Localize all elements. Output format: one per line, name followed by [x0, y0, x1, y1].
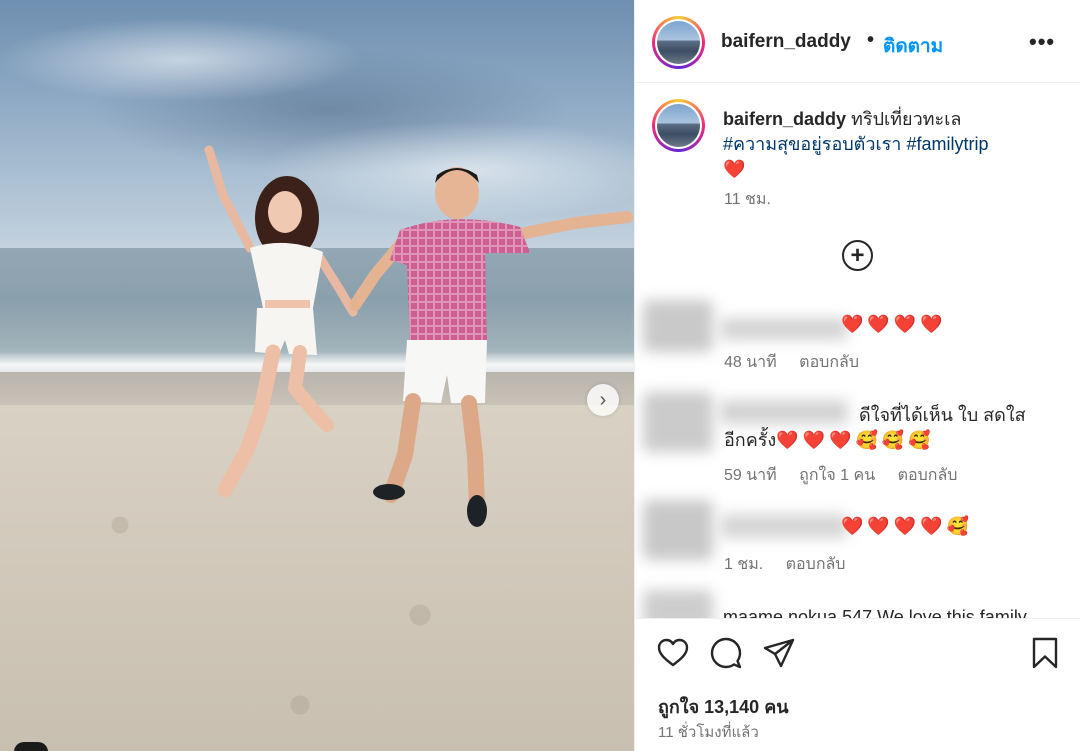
header-separator: • — [867, 29, 875, 51]
next-photo-button[interactable]: › — [587, 384, 619, 416]
caption-emoji: ❤️ — [723, 159, 746, 179]
reply-button[interactable]: ตอบกลับ — [799, 354, 859, 371]
hashtag-link[interactable]: #familytrip — [906, 134, 988, 154]
reply-button[interactable]: ตอบกลับ — [786, 556, 846, 573]
post-time[interactable]: 11 ชั่วโมงที่แล้ว — [658, 720, 759, 744]
follow-button[interactable]: ติดตาม — [883, 31, 943, 61]
header-username[interactable]: baifern_daddy — [721, 31, 851, 53]
caption-text: ทริปเที่ยวทะเล — [851, 109, 962, 129]
comment-avatar-blurred — [643, 300, 713, 352]
hashtag-link[interactable]: #ความสุขอยู่รอบตัวเรา — [723, 134, 901, 154]
caption-avatar[interactable] — [652, 99, 705, 152]
caption-username[interactable]: baifern_daddy — [723, 109, 846, 129]
bookmark-icon[interactable] — [1032, 637, 1058, 669]
avatar-image — [657, 21, 700, 64]
comment-time: 48 นาที — [724, 354, 777, 371]
comment-icon[interactable] — [710, 637, 742, 669]
more-options-icon[interactable]: ••• — [1029, 29, 1055, 55]
comment-text: ❤️❤️❤️❤️ — [841, 314, 947, 334]
comment-likes-link[interactable]: ถูกใจ 1 คน — [799, 467, 875, 484]
post-photo[interactable]: › — [0, 0, 634, 751]
load-more-comments-icon[interactable]: + — [842, 240, 873, 271]
comment-text: อีกครั้ง — [724, 430, 777, 450]
comment-time: 1 ชม. — [724, 556, 764, 573]
post-actions: ถูกใจ 13,140 คน 11 ชั่วโมงที่แล้ว — [635, 618, 1080, 751]
heart-icon[interactable] — [657, 638, 689, 668]
man-figure — [349, 167, 633, 527]
reply-button[interactable]: ตอบกลับ — [898, 467, 958, 484]
caption-time: 11 ชม. — [724, 191, 771, 208]
post-header: baifern_daddy • ติดตาม ••• — [635, 0, 1080, 83]
comment-username-blurred — [720, 514, 848, 538]
share-icon[interactable] — [763, 638, 795, 668]
comment-time: 59 นาที — [724, 467, 777, 484]
comment-username-blurred — [720, 318, 848, 340]
post-side-panel: baifern_daddy • ติดตาม ••• baifern_daddy… — [634, 0, 1080, 751]
comment-text: ดีใจที่ได้เห็น ใบ สดใส — [859, 405, 1026, 425]
caption-avatar-image — [657, 104, 700, 147]
comment-username-blurred — [720, 400, 848, 424]
avatar[interactable] — [652, 16, 705, 69]
comment-avatar-blurred — [643, 500, 713, 560]
likes-count[interactable]: ถูกใจ 13,140 คน — [658, 692, 789, 721]
comment-text-partial: maame.nokua.547 We love this family — [723, 607, 1027, 619]
comment-text: ❤️❤️❤️❤️🥰 — [841, 516, 974, 536]
comment-meta: 1 ชม. ตอบกลับ — [724, 552, 863, 577]
comment-emoji: ❤️❤️❤️🥰🥰🥰 — [776, 430, 935, 450]
comment-avatar-blurred — [643, 392, 713, 452]
comment-text-line2: อีกครั้ง❤️❤️❤️🥰🥰🥰 — [724, 428, 935, 453]
carousel-indicator — [14, 742, 48, 751]
comment-meta: 48 นาที ตอบกลับ — [724, 350, 877, 375]
comment-meta: 59 นาที ถูกใจ 1 คน ตอบกลับ — [724, 463, 975, 488]
woman-figure — [204, 145, 358, 498]
post-caption: baifern_daddy ทริปเที่ยวทะเล #ความสุขอยู… — [723, 107, 1063, 182]
